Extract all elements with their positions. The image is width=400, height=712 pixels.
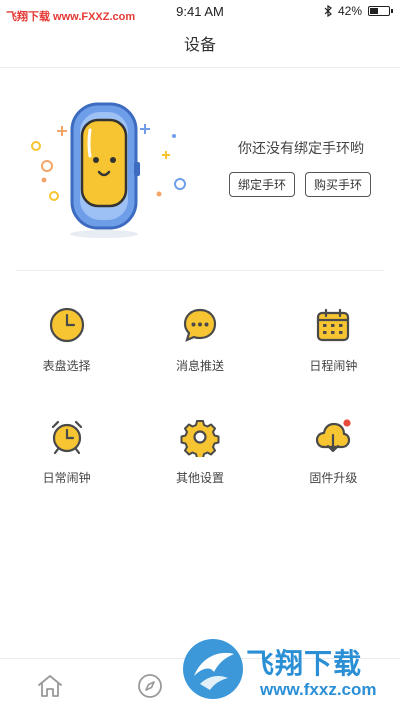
dial-clock-icon (49, 307, 84, 343)
cloud-download-icon (316, 419, 351, 453)
smart-band-illustration (31, 102, 186, 238)
grid-item-label: 日常闹钟 (42, 471, 91, 485)
buy-band-button[interactable]: 购买手环 (305, 172, 372, 197)
grid-item-label: 固件升级 (309, 471, 358, 485)
calendar-icon (317, 308, 350, 342)
bind-prompt: 你还没有绑定手环哟 绑定手环 购买手环 (205, 138, 395, 197)
alarm-clock-icon (51, 420, 82, 455)
grid-row: 表盘选择 消息推送 日程闹钟 (0, 305, 400, 417)
grid-item-label: 消息推送 (175, 359, 224, 373)
grid-item-label: 表盘选择 (42, 359, 91, 373)
message-bubble-icon (183, 308, 217, 342)
home-icon[interactable] (35, 671, 65, 701)
grid-item-daily-alarm[interactable]: 日常闹钟 (0, 417, 133, 529)
grid-item-firmware-upgrade[interactable]: 固件升级 (267, 417, 400, 529)
compass-icon[interactable] (135, 671, 165, 701)
section-divider (16, 270, 384, 271)
nav-divider (0, 67, 400, 68)
watermark-bird-icon (183, 639, 243, 699)
bind-band-button[interactable]: 绑定手环 (228, 172, 295, 197)
grid-row: 日常闹钟 其他设置 固件升级 (0, 417, 400, 529)
battery-icon (368, 6, 393, 16)
battery-percent: 42% (337, 4, 362, 18)
status-bar: 飞翔下载 www.FXXZ.com 9:41 AM 42% (0, 0, 400, 28)
page-title: 设备 (183, 35, 216, 54)
grid-item-label: 日程闹钟 (309, 359, 358, 373)
watermark-logo: 飞翔下载 www.fxxz.com (180, 632, 392, 712)
feature-grid: 表盘选择 消息推送 日程闹钟 日常闹钟 其他设置 固件升级 (0, 305, 400, 529)
bluetooth-icon (324, 5, 332, 17)
grid-item-other-settings[interactable]: 其他设置 (133, 417, 266, 529)
battery-level (370, 8, 378, 14)
update-badge (343, 419, 351, 427)
grid-item-label: 其他设置 (175, 471, 224, 485)
grid-item-schedule-alarm[interactable]: 日程闹钟 (267, 305, 400, 417)
grid-item-dial-select[interactable]: 表盘选择 (0, 305, 133, 417)
status-right: 42% (324, 4, 393, 18)
watermark-url: www.fxxz.com (260, 680, 377, 699)
watermark-brand: 飞翔下载 (246, 647, 363, 680)
bind-buttons: 绑定手环 购买手环 (205, 172, 395, 197)
gear-icon (180, 420, 220, 457)
grid-item-message-push[interactable]: 消息推送 (133, 305, 266, 417)
no-band-message: 你还没有绑定手环哟 (238, 141, 364, 157)
